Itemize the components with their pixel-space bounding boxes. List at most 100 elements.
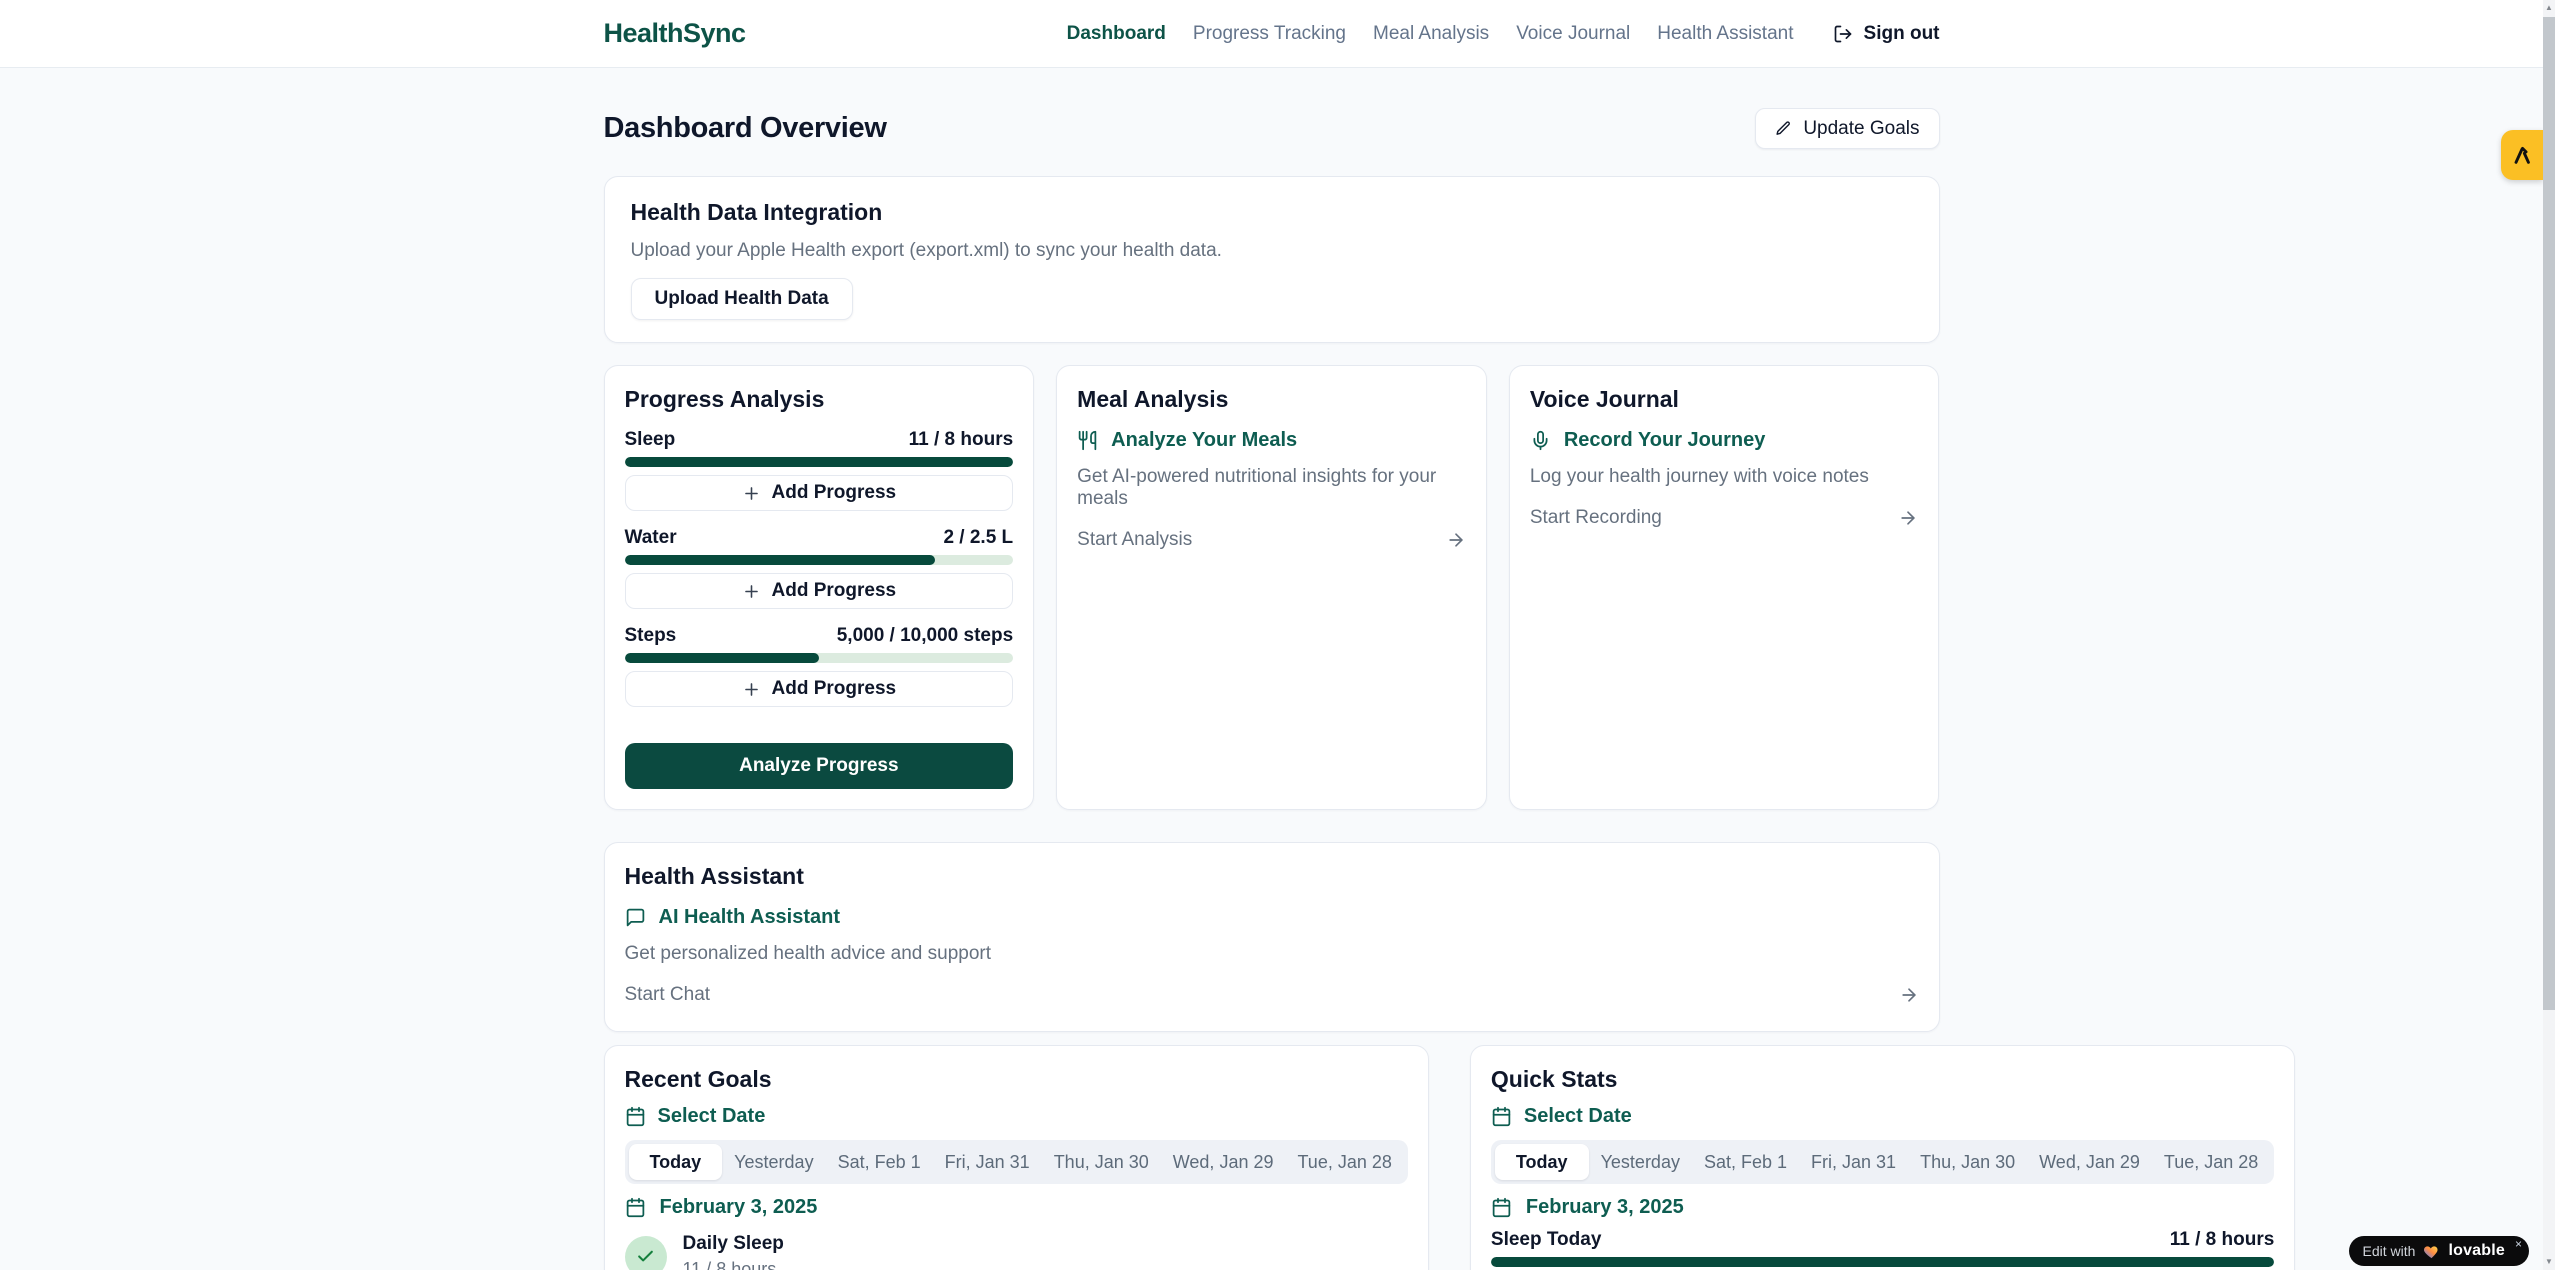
analyze-your-meals-label: Analyze Your Meals	[1111, 429, 1297, 452]
tab-thu-jan-30[interactable]: Thu, Jan 30	[1042, 1144, 1161, 1180]
tab-thu-jan-30[interactable]: Thu, Jan 30	[1908, 1144, 2027, 1180]
tab-tue-jan-28[interactable]: Tue, Jan 28	[2152, 1144, 2270, 1180]
nav-item-dashboard[interactable]: Dashboard	[1067, 23, 1166, 45]
metric-water-label: Water	[625, 527, 677, 549]
app-logo[interactable]: HealthSync	[604, 18, 746, 49]
scrollbar-down-arrow[interactable]: ▼	[2543, 1257, 2555, 1267]
metric-sleep-value: 11 / 8 hours	[909, 429, 1014, 451]
calendar-icon	[1491, 1197, 1512, 1218]
plus-icon	[742, 484, 761, 503]
add-progress-steps-button[interactable]: Add Progress	[625, 671, 1014, 707]
nav-item-health-assistant[interactable]: Health Assistant	[1657, 23, 1793, 45]
voice-journal-description: Log your health journey with voice notes	[1530, 466, 1919, 488]
metric-sleep: Sleep 11 / 8 hours Add Progress	[625, 429, 1014, 511]
recent-goals-select-date[interactable]: Select Date	[625, 1105, 1408, 1128]
tab-wed-jan-29[interactable]: Wed, Jan 29	[2027, 1144, 2152, 1180]
record-your-journey-label: Record Your Journey	[1564, 429, 1766, 452]
select-date-label: Select Date	[1524, 1105, 1632, 1128]
add-progress-label: Add Progress	[772, 482, 897, 504]
start-analysis-label: Start Analysis	[1077, 529, 1192, 551]
tab-yesterday[interactable]: Yesterday	[722, 1144, 825, 1180]
top-navigation-bar: HealthSync Dashboard Progress Tracking M…	[0, 0, 2543, 68]
meal-analysis-title: Meal Analysis	[1077, 386, 1466, 413]
calendar-icon	[1491, 1106, 1512, 1127]
tab-sat-feb-1[interactable]: Sat, Feb 1	[826, 1144, 933, 1180]
arrow-right-icon	[1899, 985, 1919, 1005]
tab-today[interactable]: Today	[629, 1144, 723, 1180]
progress-analysis-title: Progress Analysis	[625, 386, 1014, 413]
tab-today[interactable]: Today	[1495, 1144, 1589, 1180]
add-progress-water-button[interactable]: Add Progress	[625, 573, 1014, 609]
sign-out-button[interactable]: Sign out	[1833, 23, 1940, 45]
water-progress-bar	[625, 555, 1014, 565]
logout-icon	[1833, 24, 1853, 44]
meal-analysis-card: Meal Analysis Analyze Your Meals Get AI-…	[1056, 365, 1487, 810]
lovable-logo-icon	[2511, 144, 2533, 166]
quick-stats-title: Quick Stats	[1491, 1066, 2274, 1093]
health-assistant-card: Health Assistant AI Health Assistant Get…	[604, 842, 1940, 1032]
vertical-scrollbar[interactable]: ▲ ▼	[2543, 0, 2555, 1270]
edit-with-label: Edit with	[2363, 1243, 2416, 1259]
chat-bubble-icon	[625, 907, 646, 928]
steps-progress-bar	[625, 653, 1014, 663]
analyze-progress-button[interactable]: Analyze Progress	[625, 743, 1014, 789]
recent-goals-title: Recent Goals	[625, 1066, 1408, 1093]
main-content: Dashboard Overview Update Goals Health D…	[604, 108, 1940, 1270]
goal-item-daily-sleep: Daily Sleep 11 / 8 hours	[625, 1233, 1408, 1270]
add-progress-label: Add Progress	[772, 580, 897, 602]
start-chat-row[interactable]: Start Chat	[625, 984, 1919, 1006]
stat-sleep-today-label: Sleep Today	[1491, 1229, 1602, 1251]
tab-fri-jan-31[interactable]: Fri, Jan 31	[933, 1144, 1042, 1180]
metric-water: Water 2 / 2.5 L Add Progress	[625, 527, 1014, 609]
tab-wed-jan-29[interactable]: Wed, Jan 29	[1161, 1144, 1286, 1180]
sleep-progress-bar	[625, 457, 1014, 467]
progress-analysis-card: Progress Analysis Sleep 11 / 8 hours Add…	[604, 365, 1035, 810]
add-progress-label: Add Progress	[772, 678, 897, 700]
tab-sat-feb-1[interactable]: Sat, Feb 1	[1692, 1144, 1799, 1180]
lovable-fab-button[interactable]	[2501, 130, 2543, 180]
ai-health-assistant-link[interactable]: AI Health Assistant	[625, 906, 1919, 929]
tab-fri-jan-31[interactable]: Fri, Jan 31	[1799, 1144, 1908, 1180]
nav-item-voice-journal[interactable]: Voice Journal	[1516, 23, 1630, 45]
plus-icon	[742, 680, 761, 699]
recent-goals-current-date[interactable]: February 3, 2025	[625, 1196, 1408, 1219]
voice-journal-card: Voice Journal Record Your Journey Log yo…	[1509, 365, 1940, 810]
record-your-journey-link[interactable]: Record Your Journey	[1530, 429, 1919, 452]
metric-steps-value: 5,000 / 10,000 steps	[837, 625, 1013, 647]
edit-with-lovable-badge[interactable]: Edit with lovable ×	[2349, 1236, 2529, 1266]
goal-name: Daily Sleep	[683, 1233, 784, 1255]
quick-stats-select-date[interactable]: Select Date	[1491, 1105, 2274, 1128]
tab-tue-jan-28[interactable]: Tue, Jan 28	[1285, 1144, 1403, 1180]
scrollbar-thumb[interactable]	[2543, 17, 2555, 1010]
plus-icon	[742, 582, 761, 601]
update-goals-button[interactable]: Update Goals	[1755, 108, 1939, 149]
recent-goals-date-tabs: Today Yesterday Sat, Feb 1 Fri, Jan 31 T…	[625, 1140, 1408, 1184]
utensils-icon	[1077, 430, 1098, 451]
quick-stats-current-date[interactable]: February 3, 2025	[1491, 1196, 2274, 1219]
health-data-integration-description: Upload your Apple Health export (export.…	[631, 240, 1913, 262]
start-recording-row[interactable]: Start Recording	[1530, 507, 1919, 529]
lovable-heart-icon	[2423, 1243, 2440, 1259]
upload-health-data-button[interactable]: Upload Health Data	[631, 278, 853, 320]
analyze-your-meals-link[interactable]: Analyze Your Meals	[1077, 429, 1466, 452]
page-viewport: HealthSync Dashboard Progress Tracking M…	[0, 0, 2543, 1270]
add-progress-sleep-button[interactable]: Add Progress	[625, 475, 1014, 511]
health-data-integration-card: Health Data Integration Upload your Appl…	[604, 176, 1940, 343]
start-analysis-row[interactable]: Start Analysis	[1077, 529, 1466, 551]
calendar-icon	[625, 1106, 646, 1127]
health-assistant-title: Health Assistant	[625, 863, 1919, 890]
metric-steps: Steps 5,000 / 10,000 steps Add Progress	[625, 625, 1014, 707]
health-data-integration-title: Health Data Integration	[631, 199, 1913, 226]
quick-stats-date-tabs: Today Yesterday Sat, Feb 1 Fri, Jan 31 T…	[1491, 1140, 2274, 1184]
ai-health-assistant-label: AI Health Assistant	[659, 906, 841, 929]
arrow-right-icon	[1446, 530, 1466, 550]
nav-item-progress-tracking[interactable]: Progress Tracking	[1193, 23, 1346, 45]
metric-water-value: 2 / 2.5 L	[943, 527, 1013, 549]
tab-yesterday[interactable]: Yesterday	[1589, 1144, 1692, 1180]
metric-steps-label: Steps	[625, 625, 677, 647]
nav-item-meal-analysis[interactable]: Meal Analysis	[1373, 23, 1489, 45]
scrollbar-up-arrow[interactable]: ▲	[2543, 3, 2555, 13]
badge-close-icon[interactable]: ×	[2515, 1237, 2522, 1251]
main-nav: Dashboard Progress Tracking Meal Analysi…	[1067, 23, 1940, 45]
pencil-icon	[1775, 120, 1792, 137]
